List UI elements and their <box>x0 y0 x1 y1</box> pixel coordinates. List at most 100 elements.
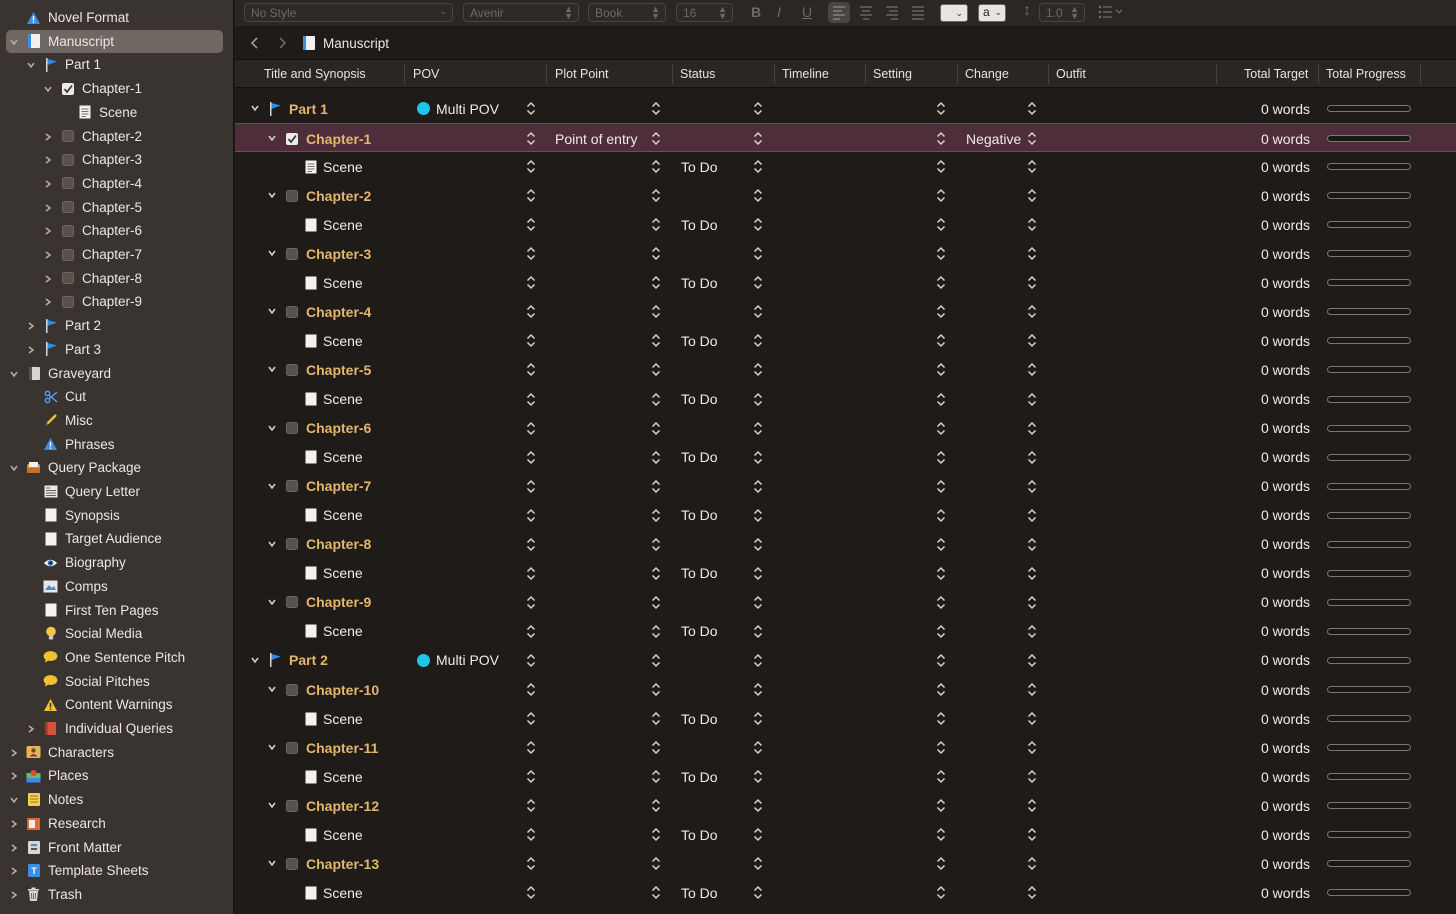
row-title[interactable]: Chapter-12 <box>306 791 379 820</box>
up-down-stepper-icon[interactable] <box>936 362 946 377</box>
chevron-down-icon[interactable] <box>266 189 278 201</box>
up-down-stepper-icon[interactable] <box>651 275 661 290</box>
up-down-stepper-icon[interactable] <box>526 711 536 726</box>
binder-item[interactable]: One Sentence Pitch <box>0 646 233 670</box>
chevron-down-icon[interactable] <box>266 857 278 869</box>
pov-value[interactable]: Multi POV <box>436 646 499 675</box>
up-down-stepper-icon[interactable] <box>1027 131 1037 146</box>
status-value[interactable]: To Do <box>681 501 718 530</box>
up-down-stepper-icon[interactable] <box>651 159 661 174</box>
up-down-stepper-icon[interactable] <box>753 479 763 494</box>
column-total-target[interactable]: Total Target <box>1244 67 1308 81</box>
row-title[interactable]: Scene <box>323 210 363 239</box>
up-down-stepper-icon[interactable] <box>526 217 536 232</box>
up-down-stepper-icon[interactable] <box>936 188 946 203</box>
row-title[interactable]: Chapter-7 <box>306 472 371 501</box>
status-value[interactable]: To Do <box>681 820 718 849</box>
up-down-stepper-icon[interactable] <box>1027 508 1037 523</box>
binder-item[interactable]: Chapter-4 <box>0 172 233 196</box>
column-divider[interactable] <box>1048 64 1049 84</box>
up-down-stepper-icon[interactable] <box>1027 798 1037 813</box>
up-down-stepper-icon[interactable] <box>526 159 536 174</box>
row-title[interactable]: Chapter-1 <box>306 124 371 153</box>
up-down-stepper-icon[interactable] <box>526 769 536 784</box>
up-down-stepper-icon[interactable] <box>1027 566 1037 581</box>
unchecked-box-icon[interactable] <box>284 537 299 552</box>
up-down-stepper-icon[interactable] <box>753 769 763 784</box>
binder-item[interactable]: Content Warnings <box>0 693 233 717</box>
up-down-stepper-icon[interactable] <box>1027 595 1037 610</box>
binder-sidebar[interactable]: Novel Format Manuscript Part 1 Chapter-1 Sce… <box>0 0 234 914</box>
unchecked-box-icon[interactable] <box>284 421 299 436</box>
outline-row-chapter[interactable]: Chapter-5 0 words <box>235 355 1456 384</box>
up-down-stepper-icon[interactable] <box>526 304 536 319</box>
column-change[interactable]: Change <box>965 67 1009 81</box>
unchecked-box-icon[interactable] <box>284 304 299 319</box>
up-down-stepper-icon[interactable] <box>936 304 946 319</box>
row-title[interactable]: Chapter-2 <box>306 181 371 210</box>
up-down-stepper-icon[interactable] <box>526 333 536 348</box>
binder-item[interactable]: Front Matter <box>0 836 233 860</box>
column-divider[interactable] <box>957 64 958 84</box>
chevron-down-icon[interactable] <box>266 132 278 144</box>
up-down-stepper-icon[interactable] <box>1027 740 1037 755</box>
binder-item[interactable]: Chapter-9 <box>0 290 233 314</box>
up-down-stepper-icon[interactable] <box>651 362 661 377</box>
binder-item[interactable]: Misc <box>0 409 233 433</box>
up-down-stepper-icon[interactable] <box>651 188 661 203</box>
binder-item[interactable]: Scene <box>0 101 233 125</box>
up-down-stepper-icon[interactable] <box>753 333 763 348</box>
chevron-right-icon[interactable] <box>25 320 37 332</box>
column-divider[interactable] <box>1216 64 1217 84</box>
outline-row-scene[interactable]: Scene To Do 0 words <box>235 820 1456 849</box>
column-divider[interactable] <box>1420 64 1421 84</box>
chevron-right-icon[interactable] <box>8 747 20 759</box>
up-down-stepper-icon[interactable] <box>1027 711 1037 726</box>
binder-item[interactable]: Characters <box>0 741 233 765</box>
status-value[interactable]: To Do <box>681 559 718 588</box>
up-down-stepper-icon[interactable] <box>651 769 661 784</box>
outline-row-scene[interactable]: Scene To Do 0 words <box>235 443 1456 472</box>
row-title[interactable]: Scene <box>323 559 363 588</box>
up-down-stepper-icon[interactable] <box>651 595 661 610</box>
up-down-stepper-icon[interactable] <box>753 682 763 697</box>
chevron-down-icon[interactable] <box>266 363 278 375</box>
status-value[interactable]: To Do <box>681 704 718 733</box>
pov-value[interactable]: Multi POV <box>436 94 499 123</box>
outline-row-chapter[interactable]: Chapter-6 0 words <box>235 414 1456 443</box>
up-down-stepper-icon[interactable] <box>936 885 946 900</box>
unchecked-box-icon[interactable] <box>284 362 299 377</box>
justify-button[interactable] <box>907 2 929 28</box>
up-down-stepper-icon[interactable] <box>936 798 946 813</box>
outline-row-part[interactable]: Part 1 Multi POV 0 words <box>235 94 1456 123</box>
outline-row-chapter[interactable]: Chapter-8 0 words <box>235 530 1456 559</box>
row-title[interactable]: Scene <box>323 501 363 530</box>
up-down-stepper-icon[interactable] <box>526 885 536 900</box>
up-down-stepper-icon[interactable] <box>753 711 763 726</box>
binder-item[interactable]: Chapter-6 <box>0 219 233 243</box>
chevron-right-icon[interactable] <box>42 178 54 190</box>
row-title[interactable]: Scene <box>323 617 363 646</box>
highlight-color-well[interactable]: a ⌄ <box>978 4 1006 22</box>
up-down-stepper-icon[interactable] <box>936 595 946 610</box>
font-size-select[interactable]: 16 ▲ ▼ <box>676 3 733 22</box>
up-down-stepper-icon[interactable] <box>651 304 661 319</box>
outline-row-scene[interactable]: Scene To Do 0 words <box>235 501 1456 530</box>
chevron-right-icon[interactable] <box>42 296 54 308</box>
status-value[interactable]: To Do <box>681 152 718 181</box>
up-down-stepper-icon[interactable] <box>936 159 946 174</box>
unchecked-box-icon[interactable] <box>284 188 299 203</box>
status-value[interactable]: To Do <box>681 878 718 907</box>
unchecked-box-icon[interactable] <box>284 595 299 610</box>
up-down-stepper-icon[interactable] <box>1027 304 1037 319</box>
binder-item[interactable]: Chapter-5 <box>0 196 233 220</box>
up-down-stepper-icon[interactable] <box>753 362 763 377</box>
back-button[interactable] <box>249 36 261 55</box>
up-down-stepper-icon[interactable] <box>651 885 661 900</box>
up-down-stepper-icon[interactable] <box>526 450 536 465</box>
row-title[interactable]: Chapter-10 <box>306 675 379 704</box>
chevron-down-icon[interactable] <box>266 683 278 695</box>
italic-button[interactable]: I <box>777 4 781 20</box>
up-down-stepper-icon[interactable] <box>936 333 946 348</box>
binder-item[interactable]: Chapter-8 <box>0 267 233 291</box>
